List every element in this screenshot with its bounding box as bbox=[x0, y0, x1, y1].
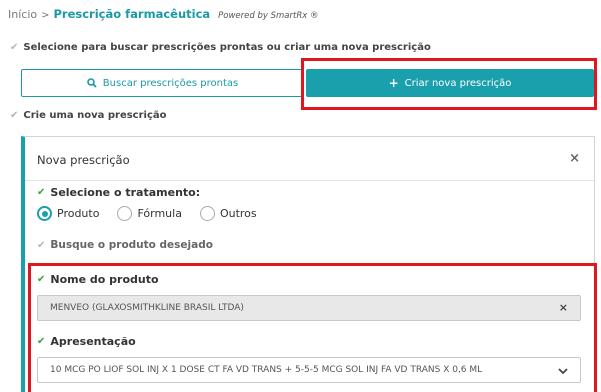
radio-formula[interactable]: Fórmula bbox=[117, 206, 182, 221]
step-create-text: Crie uma nova prescrição bbox=[23, 110, 167, 121]
breadcrumb: Início > Prescrição farmacêutica Powered… bbox=[8, 7, 318, 21]
radio-outros-label: Outros bbox=[219, 207, 257, 220]
radio-formula-label: Fórmula bbox=[137, 207, 182, 220]
search-product-text: Busque o produto desejado bbox=[50, 239, 213, 251]
step-select-text: Selecione para buscar prescrições pronta… bbox=[23, 42, 431, 53]
radio-selected-icon[interactable] bbox=[37, 206, 52, 221]
check-icon: ✔ bbox=[37, 239, 46, 251]
breadcrumb-home-link[interactable]: Início bbox=[8, 8, 37, 21]
step-select-label: ✔ Selecione para buscar prescrições pron… bbox=[10, 42, 431, 53]
highlight-box-create bbox=[301, 58, 597, 110]
radio-produto-label: Produto bbox=[57, 207, 100, 220]
chevron-right-icon: > bbox=[41, 10, 50, 21]
check-icon: ✔ bbox=[37, 187, 46, 198]
check-icon: ✔ bbox=[10, 42, 19, 53]
step-create-label: ✔ Crie uma nova prescrição bbox=[10, 110, 167, 121]
radio-outros[interactable]: Outros bbox=[199, 206, 257, 221]
powered-by-text: Powered by SmartRx ® bbox=[218, 11, 319, 21]
search-prescriptions-label: Buscar prescrições prontas bbox=[102, 77, 239, 89]
check-icon: ✔ bbox=[10, 110, 19, 121]
treatment-label: ✔ Selecione o tratamento: bbox=[37, 186, 200, 199]
radio-produto[interactable]: Produto bbox=[37, 206, 99, 221]
card-header: Nova prescrição × bbox=[25, 137, 594, 181]
treatment-radio-group: Produto Fórmula Outros bbox=[37, 206, 257, 221]
search-product-label: ✔ Busque o produto desejado bbox=[37, 239, 213, 251]
treatment-label-text: Selecione o tratamento: bbox=[50, 186, 201, 199]
close-icon[interactable]: × bbox=[569, 151, 580, 166]
card-title: Nova prescrição bbox=[37, 153, 130, 167]
search-icon bbox=[86, 78, 97, 88]
radio-unselected-icon[interactable] bbox=[117, 206, 133, 221]
page-title: Prescrição farmacêutica bbox=[53, 7, 211, 21]
search-prescriptions-button[interactable]: Buscar prescrições prontas bbox=[21, 69, 304, 97]
radio-unselected-icon[interactable] bbox=[199, 206, 215, 221]
highlight-box-fields bbox=[28, 263, 597, 392]
